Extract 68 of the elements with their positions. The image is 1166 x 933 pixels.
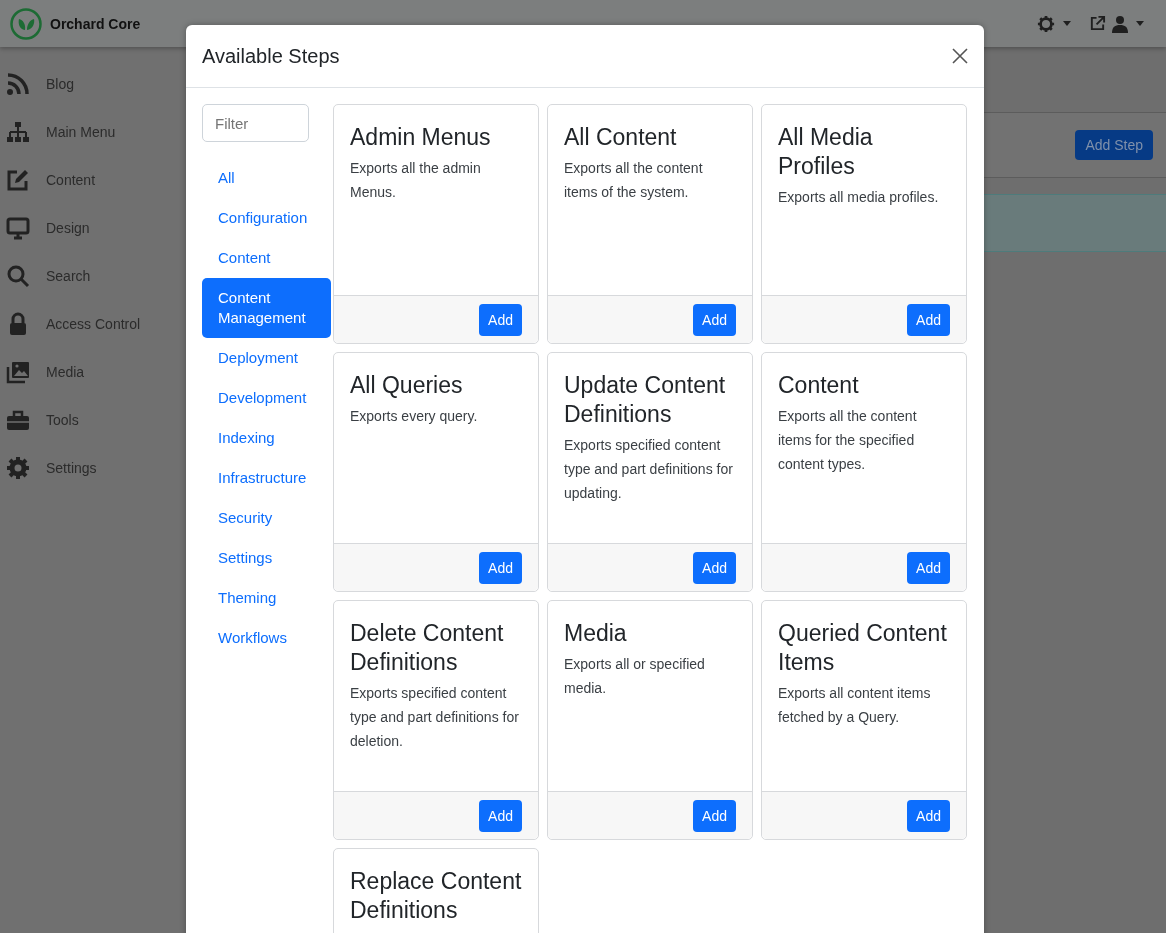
filter-field[interactable]: Filter xyxy=(202,104,309,142)
step-title: All Media Profiles xyxy=(778,123,874,181)
sidebar-item[interactable]: Tools xyxy=(46,412,79,428)
step-title: Admin Menus xyxy=(350,123,492,152)
category-tab[interactable]: Configuration xyxy=(202,198,331,238)
add-step-button[interactable]: Add Step xyxy=(1075,130,1153,160)
category-tab[interactable]: Workflows xyxy=(202,618,331,658)
settings-icon[interactable] xyxy=(1037,14,1055,33)
step-description: Exports specified content type and part definitions for deletion. xyxy=(350,684,520,751)
sidebar-item[interactable]: Media xyxy=(46,364,85,380)
category-tab[interactable]: All xyxy=(202,158,331,198)
gear-icon[interactable] xyxy=(6,456,30,480)
sidebar-item[interactable]: Settings xyxy=(46,460,97,476)
category-tab[interactable]: Theming xyxy=(202,578,331,618)
add-button[interactable]: Add xyxy=(693,303,736,336)
category-tab[interactable]: Indexing xyxy=(202,418,331,458)
step-description: Exports all the content items for the specified content types. xyxy=(778,407,918,474)
category-tab[interactable]: Development xyxy=(202,378,331,418)
category-tab[interactable]: Content Management xyxy=(202,278,331,338)
step-description: Exports all or specified media. xyxy=(564,655,706,698)
step-title: All Content xyxy=(564,123,678,152)
step-title: Delete Content Definitions xyxy=(350,619,505,677)
step-description: Exports every query. xyxy=(350,407,479,426)
step-description: Exports all the content items of the system. xyxy=(564,159,704,202)
sidebar-item[interactable]: Search xyxy=(46,268,91,284)
step-description: Exports all media profiles. xyxy=(778,188,940,207)
add-button[interactable]: Add xyxy=(907,551,950,584)
external-link-icon[interactable] xyxy=(1089,15,1106,32)
step-title: Queried Content Items xyxy=(778,619,948,677)
category-tab[interactable]: Settings xyxy=(202,538,331,578)
modal-title: Available Steps xyxy=(202,44,340,68)
step-title: Content xyxy=(778,371,860,400)
step-title: Update Content Definitions xyxy=(564,371,727,429)
category-tab[interactable]: Deployment xyxy=(202,338,331,378)
sidebar-item[interactable]: Content xyxy=(46,172,96,188)
search-icon[interactable] xyxy=(6,264,30,288)
step-title: Replace Content Definitions xyxy=(350,867,522,925)
step-title: Media xyxy=(564,619,628,648)
monitor-icon[interactable] xyxy=(6,216,30,240)
step-description: Exports all the admin Menus. xyxy=(350,159,482,202)
add-button[interactable]: Add xyxy=(907,799,950,832)
leaf-logo-icon xyxy=(10,7,42,40)
add-button[interactable]: Add xyxy=(693,551,736,584)
add-button[interactable]: Add xyxy=(479,303,522,336)
step-title: All Queries xyxy=(350,371,464,400)
add-button[interactable]: Add xyxy=(907,303,950,336)
category-tab[interactable]: Security xyxy=(202,498,331,538)
add-button[interactable]: Add xyxy=(479,799,522,832)
sitemap-icon[interactable] xyxy=(6,120,30,144)
category-tab[interactable]: Content xyxy=(202,238,331,278)
add-button[interactable]: Add xyxy=(693,799,736,832)
add-button[interactable]: Add xyxy=(479,551,522,584)
toolbox-icon[interactable] xyxy=(6,408,30,432)
brand-name[interactable]: Orchard Core xyxy=(50,15,141,32)
sidebar-item[interactable]: Access Control xyxy=(46,316,141,332)
sidebar-item[interactable]: Main Menu xyxy=(46,124,116,140)
step-description: Exports specified content type and part definitions for updating. xyxy=(564,436,734,503)
images-icon[interactable] xyxy=(6,360,30,384)
rss-icon[interactable] xyxy=(6,72,30,96)
user-icon[interactable] xyxy=(1112,14,1128,33)
sidebar-item[interactable]: Design xyxy=(46,220,90,236)
caret-icon[interactable] xyxy=(1063,21,1071,26)
category-tab[interactable]: Infrastructure xyxy=(202,458,331,498)
close-icon[interactable] xyxy=(952,48,968,64)
caret-icon[interactable] xyxy=(1136,21,1144,26)
step-description: Exports all content items fetched by a Query. xyxy=(778,684,932,727)
edit-icon[interactable] xyxy=(6,168,30,192)
sidebar-item[interactable]: Blog xyxy=(46,76,75,92)
